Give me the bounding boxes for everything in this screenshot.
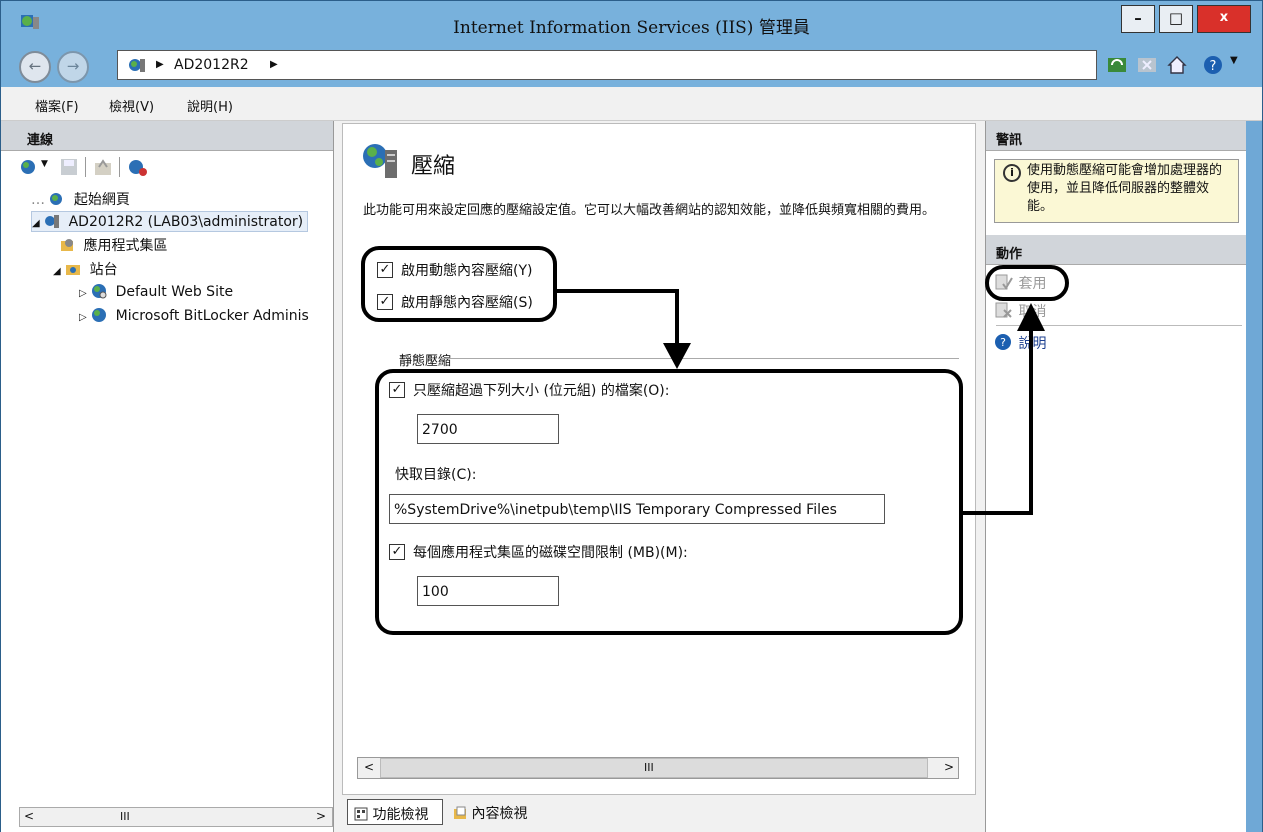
close-button[interactable]: x [1197, 5, 1251, 33]
collapse-triangle-icon[interactable]: ◢ [32, 218, 40, 229]
scroll-thumb[interactable]: III [120, 810, 130, 823]
scroll-right-icon[interactable]: > [316, 809, 326, 823]
save-icon[interactable] [59, 157, 79, 177]
group-divider [439, 358, 959, 359]
tree-start-page[interactable]: … 起始網頁 [31, 189, 130, 209]
alert-message-box: i 使用動態壓縮可能會增加處理器的使用，並且降低伺服器的整體效能。 [994, 159, 1239, 223]
feature-description: 此功能可用來設定回應的壓縮設定值。它可以大幅改善網站的認知效能，並降低與頻寬相關… [363, 203, 936, 218]
breadcrumb-server[interactable]: AD2012R2 [174, 57, 249, 73]
help-icon[interactable]: ? [1203, 55, 1223, 75]
connect-dropdown-icon[interactable]: ▼ [41, 159, 48, 169]
tree-label: Microsoft BitLocker Adminis [115, 308, 309, 324]
back-button[interactable]: ← [19, 51, 51, 83]
refresh-icon[interactable] [1107, 55, 1127, 75]
tree-label: 起始網頁 [73, 192, 130, 208]
tree-app-pools[interactable]: 應用程式集區 [59, 235, 167, 255]
scroll-right-icon[interactable]: > [944, 760, 954, 774]
actions-divider [996, 325, 1242, 326]
stop-icon[interactable] [1137, 55, 1157, 75]
tree-default-web-site[interactable]: ▷ Default Web Site [79, 283, 233, 300]
tree-label: Default Web Site [115, 284, 234, 300]
iis-manager-window: Internet Information Services (IIS) 管理員 … [0, 0, 1263, 832]
callout-apply-action [985, 265, 1069, 301]
action-help[interactable]: ? 說明 [994, 333, 1046, 353]
static-compression-group-label: 靜態壓縮 [395, 350, 456, 369]
connections-horizontal-scrollbar[interactable]: < III > [19, 807, 333, 827]
tree-connector: … [31, 192, 45, 208]
forward-button[interactable]: → [57, 51, 89, 83]
breadcrumb-dropdown-icon[interactable]: ▶ [270, 59, 278, 70]
tree-label: 應用程式集區 [83, 238, 168, 254]
alert-message: 使用動態壓縮可能會增加處理器的使用，並且降低伺服器的整體效能。 [1027, 163, 1223, 214]
website-globe-icon [92, 308, 107, 322]
website-globe-icon [92, 284, 107, 299]
svg-text:?: ? [1000, 336, 1006, 349]
actions-header: 動作 [986, 235, 1246, 265]
server-icon [129, 59, 145, 72]
scroll-left-icon[interactable]: < [364, 760, 374, 774]
tab-label: 功能檢視 [372, 807, 429, 823]
menu-file[interactable]: 檔案(F) [35, 96, 79, 115]
info-icon: i [1003, 164, 1021, 182]
action-label: 取消 [1018, 304, 1047, 320]
disconnect-icon[interactable] [127, 157, 149, 177]
collapse-triangle-icon[interactable]: ◢ [53, 266, 61, 277]
scroll-thumb[interactable]: III [644, 761, 654, 774]
scroll-left-icon[interactable]: < [24, 809, 34, 823]
app-pool-icon [61, 239, 73, 251]
cancel-icon [995, 302, 1012, 318]
start-page-icon [50, 193, 63, 205]
actions-pane: 警訊 i 使用動態壓縮可能會增加處理器的使用，並且降低伺服器的整體效能。 動作 … [985, 121, 1246, 832]
menu-help[interactable]: 說明(H) [187, 96, 233, 115]
connections-pane: 連線 ▼ … 起始網頁 ◢ AD2012R2 (LAB03\administra… [1, 121, 334, 832]
tree-label: 站台 [89, 262, 118, 278]
window-title: Internet Information Services (IIS) 管理員 [453, 18, 810, 38]
content-view-icon [454, 806, 466, 819]
tab-label: 內容檢視 [471, 806, 528, 822]
expand-triangle-icon[interactable]: ▷ [79, 312, 87, 323]
tree-server-node[interactable]: ◢ AD2012R2 (LAB03\administrator) [31, 211, 309, 232]
action-cancel[interactable]: 取消 [994, 301, 1046, 321]
home-icon[interactable] [1167, 55, 1187, 75]
expand-triangle-icon[interactable]: ▷ [79, 288, 87, 299]
tab-features-view[interactable]: 功能檢視 [347, 799, 443, 825]
help-icon: ? [995, 334, 1011, 350]
sites-folder-icon [66, 265, 81, 275]
connections-header: 連線 [1, 121, 333, 151]
menu-bar: 檔案(F) 檢視(V) 說明(H) [1, 87, 1262, 121]
address-box[interactable]: ▶ AD2012R2 ▶ [117, 50, 1097, 80]
help-dropdown-icon[interactable]: ▼ [1230, 55, 1238, 66]
compression-feature-icon [363, 144, 397, 178]
scroll-track[interactable] [380, 758, 928, 778]
menu-view[interactable]: 檢視(V) [109, 96, 154, 115]
page-title: 壓縮 [411, 154, 456, 179]
connect-globe-icon[interactable] [19, 157, 39, 177]
window-right-border [1246, 121, 1262, 832]
action-label: 說明 [1018, 336, 1047, 352]
maximize-button[interactable]: □ [1159, 5, 1193, 33]
forward-arrow-icon: → [66, 57, 80, 75]
callout-compression-checkboxes [361, 246, 557, 322]
tree-label: AD2012R2 (LAB03\administrator) [68, 214, 304, 230]
up-folder-icon[interactable] [93, 157, 113, 177]
features-view-icon [354, 807, 368, 821]
address-bar-area: ← → ▶ AD2012R2 ▶ ? ▼ [1, 43, 1262, 87]
minimize-button[interactable]: – [1121, 5, 1155, 33]
toolbar-divider [119, 157, 120, 177]
title-bar: Internet Information Services (IIS) 管理員 … [1, 1, 1262, 43]
svg-text:?: ? [1210, 59, 1217, 74]
feature-horizontal-scrollbar[interactable]: < III > [357, 757, 959, 779]
toolbar-divider [85, 157, 86, 177]
server-icon [45, 215, 60, 228]
callout-static-settings [375, 369, 963, 635]
alerts-header: 警訊 [986, 121, 1246, 151]
back-arrow-icon: ← [28, 57, 42, 75]
tree-sites[interactable]: ◢ 站台 [53, 259, 118, 279]
tree-bitlocker-site[interactable]: ▷ Microsoft BitLocker Adminis [79, 307, 309, 324]
breadcrumb-arrow-icon: ▶ [156, 59, 164, 70]
tab-content-view[interactable]: 內容檢視 [447, 799, 547, 825]
